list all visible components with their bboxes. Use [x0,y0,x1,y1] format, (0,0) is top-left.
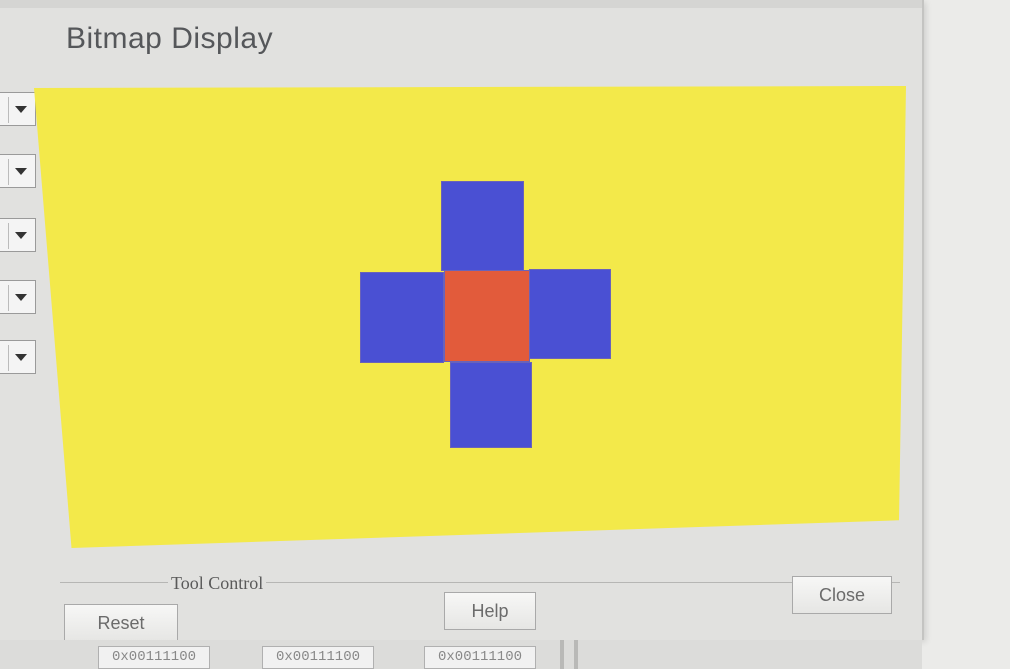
bitmap-cell-right [529,269,611,359]
bitmap-cell-left [360,272,444,363]
bitmap-cell-center [444,270,530,362]
dropdown-separator [8,159,9,185]
dropdown-separator [8,285,9,311]
table-cell: 0x00111100 [98,646,210,669]
tool-control-label: Tool Control [168,573,267,594]
reset-button[interactable]: Reset [64,604,178,642]
dropdown-separator [8,223,9,249]
tool-control-group: Tool Control Reset Help Close [60,560,902,642]
desktop-background [922,0,1010,669]
window-title: Bitmap Display [66,22,274,55]
chevron-down-icon [15,232,27,239]
close-button[interactable]: Close [792,576,892,614]
dropdown-1[interactable] [0,92,36,126]
table-cell: 0x00111100 [424,646,536,669]
dropdown-2[interactable] [0,154,36,188]
table-divider [574,640,578,669]
table-cell: 0x00111100 [262,646,374,669]
dropdown-5[interactable] [0,340,36,374]
help-button[interactable]: Help [444,592,536,630]
title-strip [0,0,922,8]
bitmap-cell-bottom [450,362,532,448]
chevron-down-icon [15,168,27,175]
dropdown-3[interactable] [0,218,36,252]
chevron-down-icon [15,106,27,113]
dropdown-4[interactable] [0,280,36,314]
bitmap-cell-top [441,181,524,271]
table-divider [560,640,564,669]
dropdown-separator [8,97,9,123]
bitmap-display-window: Bitmap Display Tool Control Reset Help C… [0,0,924,642]
chevron-down-icon [15,354,27,361]
dropdown-separator [8,345,9,371]
chevron-down-icon [15,294,27,301]
